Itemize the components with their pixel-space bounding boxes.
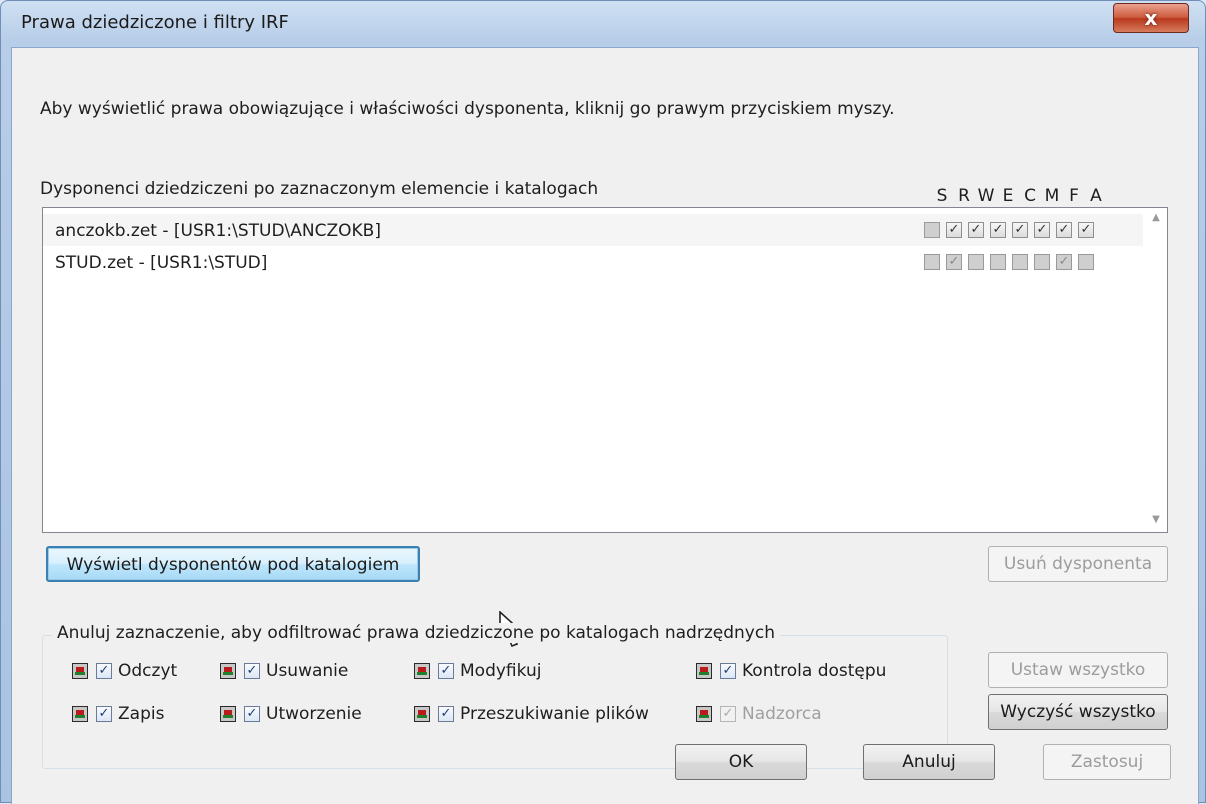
- irf-filter-icon: [220, 663, 236, 679]
- label-nadzorca: Nadzorca: [742, 704, 822, 724]
- irf-filter-icon: [414, 663, 430, 679]
- ok-button[interactable]: OK: [675, 744, 807, 780]
- checkbox-modyfikuj[interactable]: ✓: [438, 663, 454, 679]
- close-button[interactable]: x: [1113, 3, 1189, 33]
- checkbox-kontrola-dostepu[interactable]: ✓: [720, 663, 736, 679]
- rights-columns-header: S R W E C M F A: [931, 186, 1107, 206]
- column-r: R: [958, 186, 970, 206]
- right-checkbox-r[interactable]: ✓: [946, 222, 962, 238]
- right-checkbox-e[interactable]: ✓: [990, 222, 1006, 238]
- instructions-text: Aby wyświetlić prawa obowiązujące i właś…: [40, 99, 895, 119]
- right-checkbox-c[interactable]: ✓: [1012, 222, 1028, 238]
- trustee-name: anczokb.zet - [USR1:\STUD\ANCZOKB]: [55, 221, 381, 241]
- right-checkbox-w[interactable]: ✓: [968, 222, 984, 238]
- column-w: W: [977, 186, 995, 206]
- scroll-down-icon[interactable]: ▼: [1148, 514, 1164, 528]
- apply-button[interactable]: Zastosuj: [1043, 744, 1171, 780]
- column-c: C: [1024, 186, 1036, 206]
- right-checkbox-w[interactable]: [968, 254, 984, 270]
- filter-item-kontrola-dostepu[interactable]: ✓ Kontrola dostępu: [696, 661, 886, 681]
- set-all-button[interactable]: Ustaw wszystko: [988, 652, 1168, 688]
- filter-item-modyfikuj[interactable]: ✓ Modyfikuj: [414, 661, 541, 681]
- filter-item-przeszukiwanie-plikow[interactable]: ✓ Przeszukiwanie plików: [414, 704, 649, 724]
- irf-filter-icon: [696, 663, 712, 679]
- irf-filter-icon: [72, 663, 88, 679]
- show-trustees-button[interactable]: Wyświetl dysponentów pod katalogiem: [46, 546, 420, 582]
- trustee-name: STUD.zet - [USR1:\STUD]: [55, 253, 268, 273]
- right-checkbox-m[interactable]: [1034, 254, 1050, 270]
- right-checkbox-s[interactable]: [924, 254, 940, 270]
- filter-item-nadzorca: ✓ Nadzorca: [696, 704, 822, 724]
- right-checkbox-c[interactable]: [1012, 254, 1028, 270]
- right-checkbox-a[interactable]: ✓: [1078, 222, 1094, 238]
- close-icon: x: [1144, 6, 1158, 30]
- window-title: Prawa dziedziczone i filtry IRF: [21, 12, 289, 33]
- checkbox-utworzenie[interactable]: ✓: [244, 706, 260, 722]
- filter-group: [42, 635, 948, 769]
- checkbox-zapis[interactable]: ✓: [96, 706, 112, 722]
- filter-item-zapis[interactable]: ✓ Zapis: [72, 704, 164, 724]
- dialog-client: Aby wyświetlić prawa obowiązujące i właś…: [11, 47, 1199, 804]
- label-przeszukiwanie-plikow: Przeszukiwanie plików: [460, 704, 649, 724]
- remove-trustee-button[interactable]: Usuń dysponenta: [988, 546, 1168, 582]
- trustee-list-label: Dysponenci dziedziczeni po zaznaczonym e…: [40, 179, 599, 199]
- right-checkbox-r[interactable]: ✓: [946, 254, 962, 270]
- trustee-row[interactable]: STUD.zet - [USR1:\STUD] ✓ ✓: [43, 246, 1143, 278]
- label-usuwanie: Usuwanie: [266, 661, 349, 681]
- filter-group-title: Anuluj zaznaczenie, aby odfiltrować praw…: [52, 623, 780, 643]
- column-f: F: [1069, 186, 1079, 206]
- filter-item-odczyt[interactable]: ✓ Odczyt: [72, 661, 177, 681]
- checkbox-nadzorca: ✓: [720, 706, 736, 722]
- irf-filter-icon: [696, 706, 712, 722]
- cancel-button[interactable]: Anuluj: [863, 744, 995, 780]
- dialog-window: Prawa dziedziczone i filtry IRF x Aby wy…: [0, 0, 1206, 804]
- right-checkbox-a[interactable]: [1078, 254, 1094, 270]
- scroll-up-icon[interactable]: ▲: [1148, 212, 1164, 226]
- column-e: E: [1002, 186, 1014, 206]
- checkbox-odczyt[interactable]: ✓: [96, 663, 112, 679]
- trustee-row[interactable]: anczokb.zet - [USR1:\STUD\ANCZOKB] ✓ ✓ ✓ ✓ ✓…: [43, 214, 1143, 246]
- label-odczyt: Odczyt: [118, 661, 178, 681]
- filter-item-utworzenie[interactable]: ✓ Utworzenie: [220, 704, 362, 724]
- irf-filter-icon: [414, 706, 430, 722]
- column-m: M: [1044, 186, 1060, 206]
- checkbox-usuwanie[interactable]: ✓: [244, 663, 260, 679]
- label-zapis: Zapis: [118, 704, 165, 724]
- column-s: S: [936, 186, 948, 206]
- label-utworzenie: Utworzenie: [266, 704, 362, 724]
- trustee-list[interactable]: anczokb.zet - [USR1:\STUD\ANCZOKB] ✓ ✓ ✓ ✓ ✓…: [42, 207, 1168, 648]
- clear-all-button[interactable]: Wyczyść wszystko: [988, 694, 1168, 730]
- trustee-rights: ✓ ✓: [924, 254, 1100, 270]
- label-modyfikuj: Modyfikuj: [460, 661, 542, 681]
- trustee-rights: ✓ ✓ ✓ ✓ ✓ ✓ ✓: [924, 222, 1100, 238]
- right-checkbox-f[interactable]: ✓: [1056, 254, 1072, 270]
- right-checkbox-f[interactable]: ✓: [1056, 222, 1072, 238]
- filter-item-usuwanie[interactable]: ✓ Usuwanie: [220, 661, 348, 681]
- right-checkbox-e[interactable]: [990, 254, 1006, 270]
- title-bar[interactable]: Prawa dziedziczone i filtry IRF x: [1, 1, 1205, 47]
- checkbox-przeszukiwanie-plikow[interactable]: ✓: [438, 706, 454, 722]
- right-checkbox-s[interactable]: [924, 222, 940, 238]
- column-a: A: [1090, 186, 1102, 206]
- label-kontrola-dostepu: Kontrola dostępu: [742, 661, 887, 681]
- irf-filter-icon: [72, 706, 88, 722]
- irf-filter-icon: [220, 706, 236, 722]
- right-checkbox-m[interactable]: ✓: [1034, 222, 1050, 238]
